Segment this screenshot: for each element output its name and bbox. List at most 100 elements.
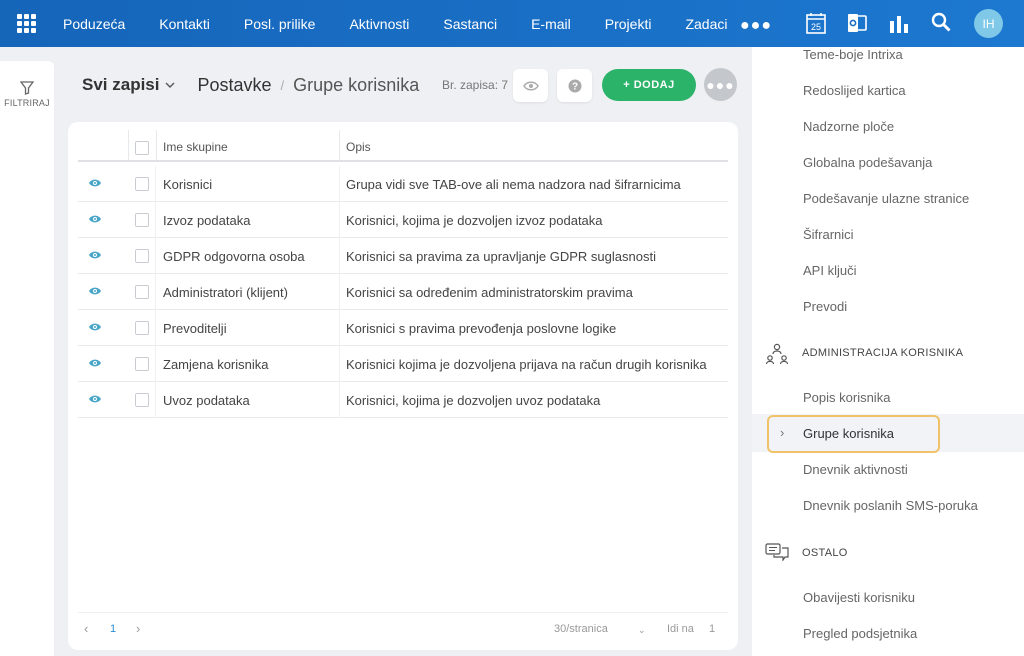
group-description: Grupa vidi sve TAB-ove ali nema nadzora … bbox=[346, 177, 681, 192]
view-button[interactable] bbox=[513, 69, 548, 102]
settings-item-dashboards[interactable]: Nadzorne ploče bbox=[803, 119, 894, 134]
calendar-day: 25 bbox=[811, 22, 821, 32]
more-actions-button[interactable]: ●●● bbox=[704, 68, 737, 101]
column-divider bbox=[339, 130, 340, 160]
groups-table-card: Ime skupine Opis Korisnici Grupa vidi sve… bbox=[68, 122, 738, 650]
chevron-right-icon: › bbox=[780, 425, 785, 440]
nav-item-kontakti[interactable]: Kontakti bbox=[159, 16, 210, 32]
settings-item-activity-log[interactable]: Dnevnik aktivnosti bbox=[803, 462, 908, 477]
nav-item-email[interactable]: E-mail bbox=[531, 16, 571, 32]
table-row[interactable]: GDPR odgovorna osoba Korisnici sa pravima… bbox=[78, 238, 728, 274]
row-checkbox[interactable] bbox=[135, 393, 149, 407]
settings-item-user-list[interactable]: Popis korisnika bbox=[803, 390, 890, 405]
nav-item-zadaci[interactable]: Zadaci bbox=[685, 16, 727, 32]
view-selector[interactable]: Svi zapisi bbox=[82, 75, 159, 95]
group-name[interactable]: Korisnici bbox=[163, 177, 212, 192]
eye-icon[interactable] bbox=[88, 322, 102, 332]
breadcrumb-separator: / bbox=[280, 77, 285, 93]
group-description: Korisnici kojima je dozvoljena prijava n… bbox=[346, 357, 707, 372]
row-checkbox[interactable] bbox=[135, 357, 149, 371]
settings-item-reminders[interactable]: Pregled podsjetnika bbox=[803, 626, 917, 641]
column-header-description[interactable]: Opis bbox=[346, 140, 371, 154]
breadcrumb-root[interactable]: Postavke bbox=[197, 75, 271, 96]
calendar-icon[interactable]: 25 bbox=[806, 12, 826, 34]
eye-icon[interactable] bbox=[88, 178, 102, 188]
settings-item-translations[interactable]: Prevodi bbox=[803, 299, 847, 314]
settings-item-user-notifications[interactable]: Obavijesti korisniku bbox=[803, 590, 915, 605]
chevron-down-icon[interactable]: ⌄ bbox=[638, 625, 646, 636]
prev-page-icon[interactable]: ‹ bbox=[84, 621, 88, 636]
page-size-select[interactable]: 30/stranica bbox=[554, 623, 608, 635]
table-row[interactable]: Administratori (klijent) Korisnici sa odr… bbox=[78, 274, 728, 310]
nav-item-projekti[interactable]: Projekti bbox=[605, 16, 652, 32]
record-count: Br. zapisa: 7 bbox=[442, 78, 509, 92]
group-name[interactable]: GDPR odgovorna osoba bbox=[163, 249, 305, 264]
settings-item-user-groups[interactable]: Grupe korisnika bbox=[803, 426, 894, 441]
chart-icon[interactable] bbox=[889, 12, 909, 34]
row-checkbox[interactable] bbox=[135, 321, 149, 335]
group-name[interactable]: Administratori (klijent) bbox=[163, 285, 288, 300]
group-description: Korisnici, kojima je dozvoljen izvoz pod… bbox=[346, 213, 603, 228]
nav-item-sastanci[interactable]: Sastanci bbox=[443, 16, 497, 32]
group-name[interactable]: Prevoditelji bbox=[163, 321, 227, 336]
group-name[interactable]: Izvoz podataka bbox=[163, 213, 250, 228]
settings-item-global[interactable]: Globalna podešavanja bbox=[803, 155, 932, 170]
avatar[interactable]: IH bbox=[974, 9, 1003, 38]
settings-item-api-keys[interactable]: API ključi bbox=[803, 263, 856, 278]
help-icon: ? bbox=[568, 79, 581, 92]
row-checkbox[interactable] bbox=[135, 285, 149, 299]
settings-panel: Teme-boje Intrixa Redoslijed kartica Nad… bbox=[752, 47, 1024, 656]
users-admin-icon bbox=[765, 343, 789, 365]
svg-text:?: ? bbox=[571, 81, 577, 92]
filter-icon[interactable] bbox=[20, 81, 34, 95]
help-button[interactable]: ? bbox=[557, 69, 592, 102]
eye-icon[interactable] bbox=[88, 358, 102, 368]
table-row[interactable]: Uvoz podataka Korisnici, kojima je dozvol… bbox=[78, 382, 728, 418]
more-dots-icon[interactable]: ●●● bbox=[740, 17, 772, 35]
nav-item-poslovne-prilike[interactable]: Posl. prilike bbox=[244, 16, 316, 32]
eye-icon bbox=[522, 81, 539, 90]
outlook-icon[interactable] bbox=[846, 12, 868, 34]
settings-item-landing-page[interactable]: Podešavanje ulazne stranice bbox=[803, 191, 969, 206]
settings-item-tab-order[interactable]: Redoslijed kartica bbox=[803, 83, 906, 98]
page-title: Grupe korisnika bbox=[293, 74, 420, 95]
filter-sidebar: FILTRIRAJ bbox=[0, 61, 54, 656]
row-checkbox[interactable] bbox=[135, 249, 149, 263]
current-page[interactable]: 1 bbox=[110, 623, 116, 635]
next-page-icon[interactable]: › bbox=[136, 621, 140, 636]
table-row[interactable]: Izvoz podataka Korisnici, kojima je dozvo… bbox=[78, 202, 728, 238]
group-description: Korisnici sa pravima za upravljanje GDPR… bbox=[346, 249, 656, 264]
settings-item-themes[interactable]: Teme-boje Intrixa bbox=[803, 47, 903, 62]
column-header-name[interactable]: Ime skupine bbox=[163, 140, 228, 154]
row-checkbox[interactable] bbox=[135, 213, 149, 227]
nav-item-poduzeca[interactable]: Poduzeća bbox=[63, 16, 125, 32]
apps-grid-icon[interactable] bbox=[17, 14, 36, 33]
nav-links: Poduzeća Kontakti Posl. prilike Aktivnos… bbox=[63, 0, 761, 47]
table-row[interactable]: Prevoditelji Korisnici s pravima prevođen… bbox=[78, 310, 728, 346]
goto-label: Idi na bbox=[667, 623, 694, 635]
goto-input[interactable]: 1 bbox=[709, 623, 715, 635]
table-row[interactable]: Zamjena korisnika Korisnici kojima je doz… bbox=[78, 346, 728, 382]
section-other: OSTALO bbox=[802, 547, 848, 559]
nav-item-aktivnosti[interactable]: Aktivnosti bbox=[349, 16, 409, 32]
add-button[interactable]: + DODAJ bbox=[602, 69, 696, 101]
eye-icon[interactable] bbox=[88, 250, 102, 260]
eye-icon[interactable] bbox=[88, 394, 102, 404]
settings-item-codebooks[interactable]: Šifrarnici bbox=[803, 227, 854, 242]
search-icon[interactable] bbox=[931, 12, 951, 32]
table-row[interactable]: Korisnici Grupa vidi sve TAB-ove ali nema… bbox=[78, 166, 728, 202]
settings-item-sms-log[interactable]: Dnevnik poslanih SMS-poruka bbox=[803, 498, 978, 513]
chat-icon bbox=[765, 543, 789, 561]
row-checkbox[interactable] bbox=[135, 177, 149, 191]
column-divider bbox=[128, 130, 129, 160]
chevron-down-icon[interactable] bbox=[165, 82, 175, 88]
top-navigation: Poduzeća Kontakti Posl. prilike Aktivnos… bbox=[0, 0, 1024, 47]
eye-icon[interactable] bbox=[88, 214, 102, 224]
filter-label[interactable]: FILTRIRAJ bbox=[0, 98, 54, 108]
group-name[interactable]: Uvoz podataka bbox=[163, 393, 250, 408]
page-header: Svi zapisi Postavke / Grupe korisnika bbox=[82, 74, 419, 96]
column-divider bbox=[156, 130, 157, 160]
eye-icon[interactable] bbox=[88, 286, 102, 296]
group-name[interactable]: Zamjena korisnika bbox=[163, 357, 269, 372]
select-all-checkbox[interactable] bbox=[135, 141, 149, 155]
